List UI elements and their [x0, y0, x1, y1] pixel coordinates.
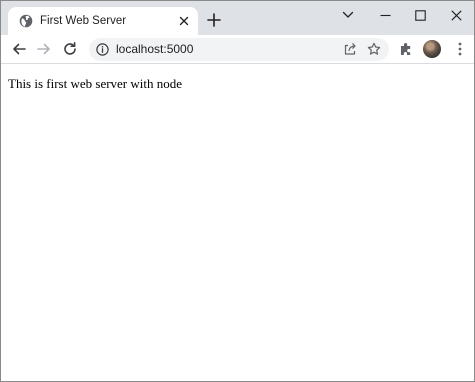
minimize-button[interactable]: [367, 1, 403, 29]
close-icon[interactable]: [178, 15, 190, 27]
browser-toolbar: localhost:5000: [1, 35, 474, 64]
minimize-icon: [380, 10, 391, 21]
plus-icon[interactable]: [207, 13, 221, 27]
globe-icon: [19, 14, 33, 28]
share-icon[interactable]: [343, 42, 357, 56]
reload-icon[interactable]: [62, 41, 78, 57]
tab-search-button[interactable]: [330, 1, 366, 29]
tab-title: First Web Server: [40, 15, 127, 27]
tab-strip: First Web Server: [1, 1, 474, 35]
maximize-button[interactable]: [402, 1, 438, 29]
star-icon[interactable]: [367, 42, 381, 56]
profile-avatar[interactable]: [423, 40, 441, 58]
browser-window: First Web Server localhost:5000 This is …: [0, 0, 475, 382]
maximize-icon: [414, 9, 426, 21]
tab-first-web-server[interactable]: First Web Server: [8, 7, 198, 35]
chevron-down-icon: [342, 11, 354, 19]
page-body-text: This is first web server with node: [8, 76, 183, 91]
back-arrow-icon[interactable]: [11, 41, 27, 57]
kebab-menu-icon[interactable]: [453, 41, 467, 57]
url-text[interactable]: localhost:5000: [116, 42, 193, 57]
close-icon: [450, 9, 462, 21]
address-bar[interactable]: localhost:5000: [89, 38, 389, 61]
window-close-button[interactable]: [438, 1, 474, 29]
puzzle-icon[interactable]: [399, 41, 414, 56]
info-icon[interactable]: [96, 43, 109, 56]
forward-arrow-icon[interactable]: [36, 41, 52, 57]
page-viewport: This is first web server with node: [1, 64, 474, 381]
